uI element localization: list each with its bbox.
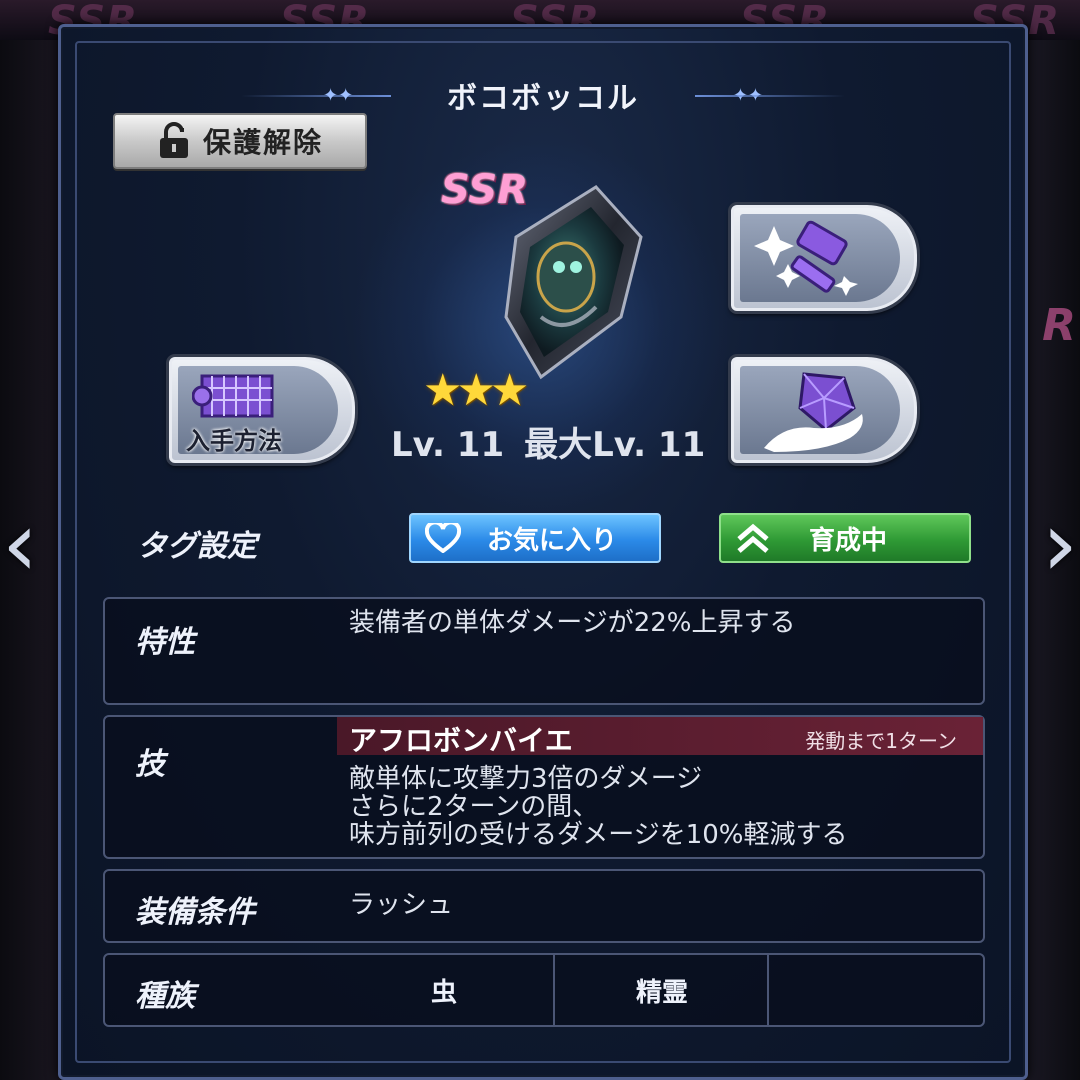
- trait-heading: 特性: [135, 625, 195, 660]
- hammer-sparkle-icon: [754, 220, 858, 296]
- title-ornament-line: [241, 95, 391, 97]
- skill-name-bar: アフロボンバイエ 発動まで1ターン: [337, 717, 983, 757]
- previous-arrow-button[interactable]: ‹: [0, 480, 40, 610]
- forge-button[interactable]: [731, 205, 917, 311]
- equip-condition-value: ラッシュ: [349, 890, 454, 920]
- equip-condition-heading: 装備条件: [135, 895, 255, 930]
- skill-description-line: 味方前列の受けるダメージを10%軽減する: [349, 820, 848, 850]
- max-level: 最大Lv. 11: [524, 425, 706, 465]
- skill-cooldown: 発動まで1ターン: [805, 729, 957, 753]
- title-ornament-line: [695, 95, 845, 97]
- acquisition-method-label: 入手方法: [186, 427, 282, 455]
- race-section: 種族 虫 精霊: [103, 953, 985, 1027]
- star-rating: ★★★: [423, 365, 529, 416]
- skill-heading: 技: [135, 747, 165, 782]
- favorite-tag-label: お気に入り: [487, 525, 618, 556]
- gem-button[interactable]: [731, 357, 917, 463]
- acquisition-method-button[interactable]: 入手方法: [169, 357, 355, 463]
- map-scroll-icon: [192, 374, 274, 418]
- skill-description-line: 敵単体に攻撃力3倍のダメージ: [349, 764, 703, 794]
- trait-section: 特性 装備者の単体ダメージが22%上昇する: [103, 597, 985, 705]
- race-cell: [767, 955, 983, 1025]
- skill-name: アフロボンバイエ: [349, 724, 573, 757]
- rarity-badge: SSR: [441, 167, 528, 213]
- title-row: ✦✦ ボコボッコル ✦✦: [61, 67, 1025, 117]
- equipment-detail-panel: ✦✦ ボコボッコル ✦✦ 保護解除 SSR ★★★ Lv. 11 最大Lv. 1…: [58, 24, 1028, 1080]
- unlock-protection-button[interactable]: 保護解除: [113, 113, 367, 169]
- race-heading: 種族: [135, 979, 195, 1014]
- current-level: Lv. 11: [391, 425, 505, 465]
- trait-text: 装備者の単体ダメージが22%上昇する: [349, 608, 796, 638]
- favorite-tag-button[interactable]: お気に入り: [409, 513, 661, 563]
- equip-condition-section: 装備条件 ラッシュ: [103, 869, 985, 943]
- item-name: ボコボッコル: [447, 81, 639, 116]
- level-display: Lv. 11 最大Lv. 11: [391, 417, 705, 466]
- unlock-icon: [159, 122, 188, 158]
- gem-hand-icon: [764, 372, 863, 452]
- unlock-protection-label: 保護解除: [202, 126, 323, 159]
- race-cell: 精霊: [553, 955, 769, 1025]
- tag-settings-label: タグ設定: [137, 529, 257, 564]
- title-diamond-icon: ✦✦: [323, 85, 354, 106]
- race-cell: 虫: [430, 977, 457, 1008]
- training-tag-button[interactable]: 育成中: [719, 513, 971, 563]
- double-chevron-up-icon: [737, 523, 769, 553]
- skill-description-line: さらに2ターンの間、: [349, 792, 599, 822]
- training-tag-label: 育成中: [809, 525, 888, 556]
- skill-section: 技 アフロボンバイエ 発動まで1ターン 敵単体に攻撃力3倍のダメージ さらに2タ…: [103, 715, 985, 859]
- heart-icon: [425, 523, 461, 553]
- skill-description: 敵単体に攻撃力3倍のダメージ さらに2ターンの間、 味方前列の受けるダメージを1…: [349, 765, 848, 849]
- background-peek-text: R: [1042, 300, 1076, 351]
- next-arrow-button[interactable]: ›: [1040, 480, 1080, 610]
